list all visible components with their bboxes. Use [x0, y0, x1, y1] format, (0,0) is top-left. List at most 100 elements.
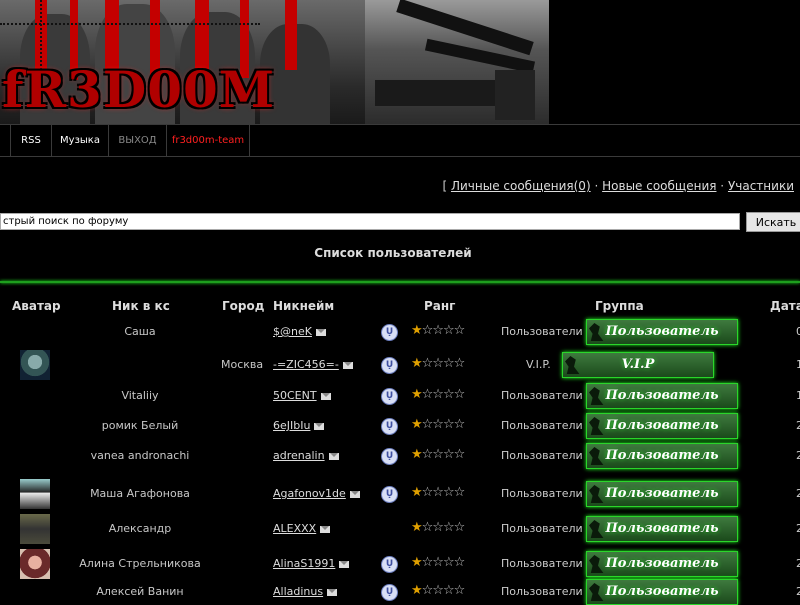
rank-stars-icon: ★☆☆☆☆	[411, 417, 465, 432]
profile-link[interactable]: -=ZIC456=-	[273, 358, 339, 371]
group-badge: Пользователь	[586, 481, 738, 507]
profile-link[interactable]: ALEXXX	[273, 522, 316, 535]
group-name: Пользователи	[501, 487, 583, 500]
rank-stars-icon: ★☆☆☆☆	[411, 356, 465, 371]
cs-nick: Александр	[108, 522, 172, 535]
join-date: 2	[796, 585, 800, 598]
profile-link[interactable]: Alladinus	[273, 585, 323, 598]
nickname-cell: Agafonov1de	[273, 487, 360, 500]
cs-nick: Алексей Ванин	[96, 585, 184, 598]
city: Москва	[221, 358, 264, 371]
search-button[interactable]: Искать	[746, 212, 800, 232]
rank-stars-icon: ★☆☆☆☆	[411, 387, 465, 402]
rank-stars-icon: ★☆☆☆☆	[411, 583, 465, 598]
col-nickname: Никнейм	[273, 299, 335, 313]
join-date: 2	[796, 522, 800, 535]
col-group: Группа	[595, 299, 644, 313]
nickname-cell: 50CENT	[273, 389, 331, 402]
rank-stars-icon: ★☆☆☆☆	[411, 447, 465, 462]
profile-link[interactable]: AlinaS1991	[273, 557, 335, 570]
private-messages-link[interactable]: Личные сообщения(0)	[451, 179, 591, 193]
cs-nick: Саша	[124, 325, 156, 338]
group-badge: Пользователь	[586, 516, 738, 542]
group-badge: Пользователь	[586, 443, 738, 469]
reputation-icon[interactable]: Ụ	[381, 418, 398, 435]
reputation-icon[interactable]: Ụ	[381, 448, 398, 465]
join-date: 1	[796, 358, 800, 371]
group-badge: Пользователь	[586, 319, 738, 345]
col-rank: Ранг	[424, 299, 456, 313]
join-date: 1	[796, 389, 800, 402]
cs-nick: Маша Агафонова	[90, 487, 190, 500]
group-name: V.I.P.	[526, 358, 551, 371]
cs-nick: Алина Стрельникова	[79, 557, 201, 570]
envelope-icon[interactable]	[328, 452, 339, 460]
reputation-icon[interactable]: Ụ	[381, 486, 398, 503]
envelope-icon[interactable]	[320, 392, 331, 400]
group-badge: Пользователь	[586, 579, 738, 605]
header-banner: fR3D00M	[0, 0, 365, 124]
page-title: Список пользователей	[314, 246, 472, 260]
col-date: Дата	[770, 299, 800, 313]
nav-logout[interactable]: ВЫХОД	[109, 125, 167, 156]
group-name: Пользователи	[501, 449, 583, 462]
envelope-icon[interactable]	[315, 328, 326, 336]
reputation-icon[interactable]: Ụ	[381, 357, 398, 374]
cs-nick: Vitaliiy	[121, 389, 159, 402]
profile-link[interactable]: 6eJIbIu	[273, 419, 310, 432]
join-date: 2	[796, 557, 800, 570]
profile-link[interactable]: adrenalin	[273, 449, 325, 462]
nickname-cell: ALEXXX	[273, 522, 331, 535]
join-date: 0	[796, 325, 800, 338]
group-badge: Пользователь	[586, 413, 738, 439]
group-name: Пользователи	[501, 389, 583, 402]
nav-team[interactable]: fr3d00m-team	[167, 125, 250, 156]
rank-stars-icon: ★☆☆☆☆	[411, 520, 465, 535]
col-city: Город	[222, 299, 265, 313]
site-logo[interactable]: fR3D00M	[2, 60, 275, 119]
envelope-icon[interactable]	[342, 361, 353, 369]
nav-rss[interactable]: RSS	[11, 125, 52, 156]
envelope-icon[interactable]	[349, 490, 360, 498]
nickname-cell: adrenalin	[273, 449, 339, 462]
nickname-cell: AlinaS1991	[273, 557, 350, 570]
group-name: Пользователи	[501, 585, 583, 598]
forum-search-input[interactable]	[0, 213, 740, 230]
profile-link[interactable]: Agafonov1de	[273, 487, 346, 500]
rank-stars-icon: ★☆☆☆☆	[411, 555, 465, 570]
reputation-icon[interactable]: Ụ	[381, 584, 398, 601]
rank-stars-icon: ★☆☆☆☆	[411, 485, 465, 500]
group-badge: Пользователь	[586, 383, 738, 409]
group-name: Пользователи	[501, 557, 583, 570]
nickname-cell: $@neK	[273, 325, 326, 338]
cs-nick: vanea andronachi	[90, 449, 190, 462]
site-header: fR3D00M	[0, 0, 800, 124]
group-badge: Пользователь	[586, 551, 738, 577]
members-link[interactable]: Участники	[728, 179, 794, 193]
reputation-icon[interactable]: Ụ	[381, 388, 398, 405]
group-badge: V.I.P	[562, 352, 714, 378]
join-date: 2	[796, 449, 800, 462]
profile-link[interactable]: 50CENT	[273, 389, 317, 402]
group-name: Пользователи	[501, 325, 583, 338]
envelope-icon[interactable]	[320, 525, 331, 533]
reputation-icon[interactable]: Ụ	[381, 556, 398, 573]
nav-music[interactable]: Музыка	[52, 125, 109, 156]
reputation-icon[interactable]: Ụ	[381, 324, 398, 341]
nickname-cell: Alladinus	[273, 585, 338, 598]
envelope-icon[interactable]	[327, 588, 338, 596]
col-cs-nick: Ник в кс	[112, 299, 170, 313]
weapon-banner	[365, 0, 549, 124]
join-date: 2	[796, 419, 800, 432]
nickname-cell: -=ZIC456=-	[273, 358, 353, 371]
rank-stars-icon: ★☆☆☆☆	[411, 323, 465, 338]
user-links: [ Личные сообщения(0) · Новые сообщения …	[442, 179, 794, 193]
envelope-icon[interactable]	[314, 422, 325, 430]
robot-avatar[interactable]	[20, 350, 50, 380]
new-messages-link[interactable]: Новые сообщения	[602, 179, 716, 193]
envelope-icon[interactable]	[339, 560, 350, 568]
group-name: Пользователи	[501, 419, 583, 432]
profile-link[interactable]: $@neK	[273, 325, 312, 338]
col-avatar: Аватар	[12, 299, 61, 313]
join-date: 2	[796, 487, 800, 500]
